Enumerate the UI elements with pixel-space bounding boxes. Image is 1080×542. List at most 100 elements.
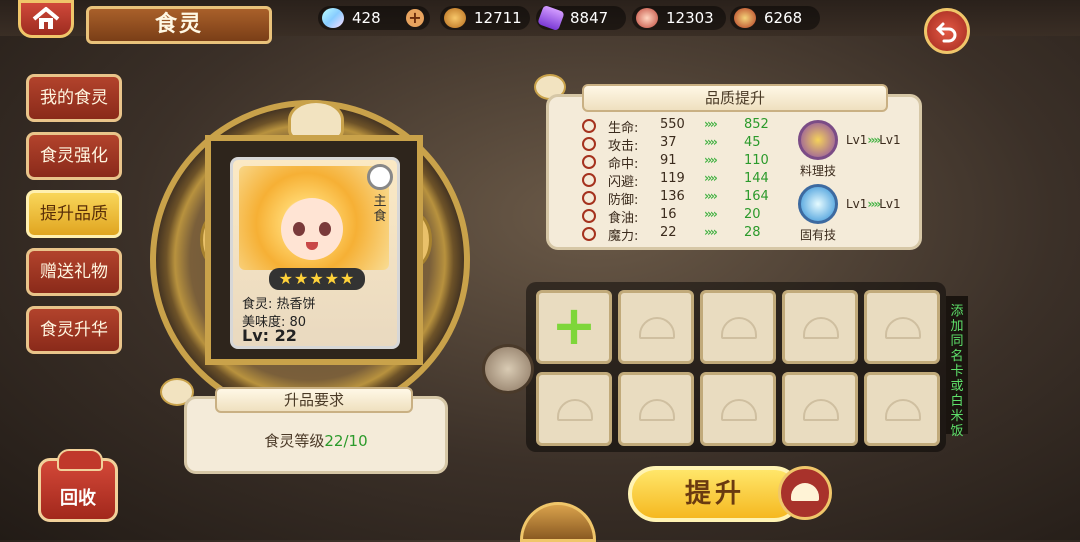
increase-arrow-icon: ››››: [704, 171, 718, 185]
magic-seal-icon: [482, 344, 534, 394]
stat-before: 91: [660, 153, 677, 168]
home-button[interactable]: [18, 0, 74, 38]
increase-arrow-icon: ››››: [867, 197, 881, 211]
menu-my-food-souls[interactable]: 我的食灵: [26, 74, 122, 122]
add-plus-icon: +: [551, 294, 597, 357]
shield-icon: [582, 191, 596, 205]
stat-row-defense: 防御: 136 ›››› 164: [582, 189, 792, 208]
stat-row-magic: 魔力: 22 ›››› 28: [582, 225, 792, 244]
food-bowl-icon: [734, 8, 756, 28]
cloche-icon: [557, 399, 593, 421]
add-diamond-button[interactable]: +: [406, 9, 424, 27]
diamond-value: 428: [352, 9, 381, 27]
character-portrait: [239, 166, 389, 270]
magic-icon: [582, 227, 596, 241]
increase-arrow-icon: ››››: [704, 153, 718, 167]
skill-level-to: Lv1: [879, 197, 901, 211]
page-title: 食灵: [86, 6, 272, 44]
menu-sublimation[interactable]: 食灵升华: [26, 306, 122, 354]
cloche-icon: [639, 399, 675, 421]
material-slot[interactable]: [864, 372, 940, 446]
material-slot[interactable]: [864, 290, 940, 364]
bowl-counter: 6268: [730, 6, 820, 30]
innate-skill-label: 固有技: [799, 228, 836, 242]
stat-row-oil: 食油: 16 ›››› 20: [582, 207, 792, 226]
stat-after: 20: [744, 207, 761, 222]
innate-skill-level: Lv1››››Lv1: [846, 197, 901, 211]
material-slot[interactable]: [700, 290, 776, 364]
food-soul-card[interactable]: 主食 ★★★★★ 食灵: 热香饼 美味度: 80 Lv: 22: [230, 157, 400, 349]
meat-counter: 12303: [632, 6, 726, 30]
character-face: [281, 198, 343, 260]
material-slot[interactable]: [618, 290, 694, 364]
skill-level-from: Lv1: [846, 197, 868, 211]
bottom-cloche-ornament-icon: [520, 502, 596, 542]
heart-icon: [582, 119, 596, 133]
cloche-icon: [639, 317, 675, 339]
increase-arrow-icon: ››››: [867, 133, 881, 147]
stat-name: 攻击:: [608, 139, 639, 154]
increase-arrow-icon: ››››: [704, 189, 718, 203]
increase-arrow-icon: ››››: [704, 135, 718, 149]
food-type-tag: 主食: [373, 194, 387, 224]
cloche-dome: [791, 483, 819, 501]
oil-flask-icon: [444, 8, 466, 28]
stat-before: 22: [660, 225, 677, 240]
back-button[interactable]: [924, 8, 970, 54]
eye: [319, 222, 331, 236]
cloche-icon: [803, 317, 839, 339]
oil-counter: 12711: [440, 6, 530, 30]
increase-arrow-icon: ››››: [704, 117, 718, 131]
meat-icon: [636, 8, 658, 28]
stat-after: 45: [744, 135, 761, 150]
stat-before: 136: [660, 189, 685, 204]
skill-level-to: Lv1: [879, 133, 901, 147]
cooking-skill-label: 料理技: [799, 164, 836, 178]
stat-name: 闪避:: [608, 175, 639, 190]
increase-arrow-icon: ››››: [704, 207, 718, 221]
material-slot[interactable]: [536, 372, 612, 446]
upgrade-button[interactable]: 提升: [628, 466, 802, 522]
menu-enhance[interactable]: 食灵强化: [26, 132, 122, 180]
card-name: 食灵: 热香饼: [242, 297, 316, 312]
requirement-value: 22/10: [324, 432, 368, 450]
material-slot[interactable]: [782, 290, 858, 364]
diamond-icon: [322, 8, 344, 28]
crystal-value: 8847: [570, 9, 609, 27]
mouth: [306, 242, 318, 250]
stat-after: 28: [744, 225, 761, 240]
cloche-icon: [885, 399, 921, 421]
cloche-icon: [803, 399, 839, 421]
meat-value: 12303: [666, 9, 714, 27]
menu-upgrade-quality[interactable]: 提升品质: [26, 190, 122, 238]
material-slot-add[interactable]: +: [536, 290, 612, 364]
card-level: Lv: 22: [242, 326, 297, 345]
home-icon: [32, 7, 60, 29]
cloche-ornament-icon: [288, 100, 344, 140]
dodge-icon: [582, 173, 596, 187]
cloche-icon: [885, 317, 921, 339]
requirement-title: 升品要求: [215, 387, 413, 413]
material-slot[interactable]: [782, 372, 858, 446]
stat-before: 550: [660, 117, 685, 132]
star-rating: ★★★★★: [269, 268, 365, 290]
material-slot[interactable]: [618, 372, 694, 446]
stat-after: 144: [744, 171, 769, 186]
cooking-skill-level: Lv1››››Lv1: [846, 133, 901, 147]
crosshair-icon: [582, 155, 596, 169]
pot-lid-icon: [57, 449, 103, 471]
recycle-button[interactable]: 回收: [38, 449, 118, 522]
stat-row-accuracy: 命中: 91 ›››› 110: [582, 153, 792, 172]
innate-skill-icon[interactable]: [798, 184, 838, 224]
purple-crystal-icon: [537, 4, 565, 32]
crystal-counter: 8847: [536, 4, 626, 32]
eye: [293, 222, 305, 236]
menu-send-gift[interactable]: 赠送礼物: [26, 248, 122, 296]
increase-arrow-icon: ››››: [704, 225, 718, 239]
bowl-value: 6268: [764, 9, 803, 27]
cooking-skill-icon[interactable]: [798, 120, 838, 160]
oil-icon: [582, 209, 596, 223]
stat-name: 生命:: [608, 121, 639, 136]
upgrade-cloche-icon: [778, 466, 832, 520]
material-slot[interactable]: [700, 372, 776, 446]
